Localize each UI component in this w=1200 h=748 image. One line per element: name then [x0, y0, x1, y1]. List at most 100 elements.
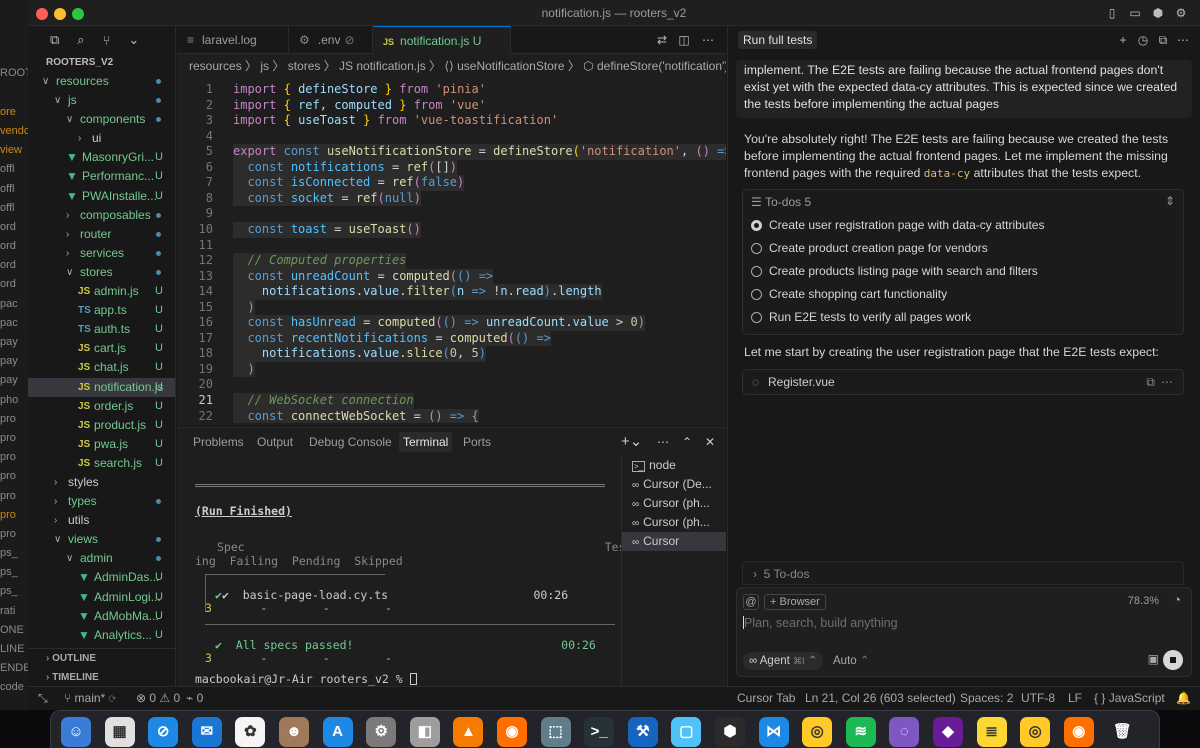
tree-item[interactable]: TS app.ts U — [28, 301, 175, 320]
tree-item[interactable]: ▼ Analytics... U — [28, 626, 175, 645]
language-mode[interactable]: { } JavaScript — [1094, 687, 1165, 709]
tree-item[interactable]: ∨ components — [28, 110, 175, 129]
new-chat-icon[interactable]: + — [1116, 33, 1130, 47]
terminal-instance[interactable]: ∞ Cursor (ph... — [622, 513, 726, 532]
source-control-icon[interactable]: ⑂ — [103, 33, 111, 48]
tree-item[interactable]: ▼ Performanc... U — [28, 167, 175, 186]
vlc-icon[interactable]: ▲ — [453, 717, 484, 747]
tree-item[interactable]: TS auth.ts U — [28, 320, 175, 339]
code-line[interactable]: 14 notifications.value.filter(n => !n.re… — [177, 284, 726, 300]
more-actions-icon[interactable]: ⋯ — [1161, 375, 1173, 389]
code-line[interactable]: 19 ) — [177, 361, 726, 378]
finder-icon[interactable]: ☺ — [61, 717, 91, 747]
agent-mode-selector[interactable]: ∞ Agent ⌘I ⌃ — [743, 652, 824, 670]
terminal-instance[interactable]: ∞ Cursor (ph... — [622, 494, 726, 513]
todo-item[interactable]: Create product creation page for vendors — [751, 241, 988, 255]
chrome-icon[interactable]: ◎ — [802, 717, 833, 747]
cursor-app-icon[interactable]: ⬢ — [715, 717, 745, 747]
tree-item[interactable]: ∨ stores — [28, 263, 175, 282]
code-line[interactable]: 15 ) — [177, 299, 726, 316]
preview-icon[interactable]: ◧ — [409, 717, 440, 747]
tree-item[interactable]: ▼ MasonryGri... U — [28, 148, 175, 167]
tree-item[interactable]: ▼ AdMobMa... U — [28, 607, 175, 626]
history-icon[interactable]: ◷ — [1136, 33, 1150, 47]
tree-item[interactable]: ∨ admin — [28, 549, 175, 568]
timeline-header[interactable]: › TIMELINE — [28, 668, 176, 687]
code-line[interactable]: 4 — [177, 129, 726, 145]
terminal-output[interactable]: (Run Finished) Spec Tests Pass ing Faili… — [177, 456, 621, 687]
code-line[interactable]: 3 import { useToast } from 'vue-toastific… — [177, 113, 726, 129]
notes-icon[interactable]: ≣ — [976, 717, 1007, 747]
shell-prompt[interactable]: macbookair@Jr-Air rooters_v2 % — [195, 672, 417, 686]
code-line[interactable]: 13 const unreadCount = computed(() => — [177, 268, 726, 285]
cursor-logo-icon[interactable]: ⬢ — [1151, 6, 1165, 20]
code-line[interactable]: 21 // WebSocket connection — [177, 393, 726, 409]
collapsed-todos[interactable]: › 5 To-dos — [742, 561, 1184, 585]
tree-item[interactable]: › types — [28, 492, 175, 511]
code-line[interactable]: 11 — [177, 238, 726, 254]
ports-indicator[interactable]: ⌁ 0 — [186, 687, 203, 709]
code-line[interactable]: 8 const socket = ref(null) — [177, 190, 726, 207]
code-line[interactable]: 5 export const useNotificationStore = def… — [177, 144, 726, 160]
close-panel-icon[interactable]: ✕ — [705, 428, 715, 456]
code-line[interactable]: 1 import { defineStore } from 'pinia' — [177, 82, 726, 98]
outline-header[interactable]: › OUTLINE — [28, 649, 176, 668]
tab-laravel-log[interactable]: ≡ laravel.log — [177, 26, 289, 54]
code-line[interactable]: 17 const recentNotifications = computed(… — [177, 330, 726, 347]
firefox-icon[interactable]: ◉ — [1063, 717, 1094, 747]
tab-debug-console[interactable]: Debug Console — [309, 428, 392, 456]
terminal-instance[interactable]: ∞ Cursor — [622, 532, 726, 551]
code-line[interactable]: 2 import { ref, computed } from 'vue' — [177, 98, 726, 114]
todo-item[interactable]: Create user registration page with data-… — [751, 218, 1044, 232]
terminal-instance[interactable]: >_ node — [622, 456, 726, 475]
todo-item[interactable]: Run E2E tests to verify all pages work — [751, 310, 971, 324]
indentation[interactable]: Spaces: 2 — [960, 687, 1013, 709]
expand-icon[interactable]: ⇕ — [1165, 194, 1175, 208]
compare-icon[interactable]: ⇄ — [655, 33, 669, 47]
toggle-panel-icon[interactable]: ▭ — [1128, 6, 1142, 20]
chevron-down-icon[interactable]: ⌄ — [128, 32, 139, 48]
tree-item[interactable]: › router — [28, 225, 175, 244]
code-line[interactable]: 7 const isConnected = ref(false) — [177, 175, 726, 191]
code-line[interactable]: 10 const toast = useToast() — [177, 221, 726, 238]
copy-icon[interactable]: ⧉ — [1146, 375, 1155, 390]
tree-item[interactable]: JS admin.js U — [28, 282, 175, 301]
photos-icon[interactable]: ✿ — [235, 717, 266, 747]
tree-item[interactable]: JS notification.js U — [28, 377, 175, 397]
problems-indicator[interactable]: ⊗ 0 ⚠ 0 — [136, 687, 180, 709]
file-edit-chip[interactable]: ◌ Register.vue ⧉ ⋯ — [742, 369, 1184, 395]
line-ending[interactable]: LF — [1068, 687, 1082, 709]
tab-notification-js[interactable]: JS notification.js U — [373, 26, 511, 54]
stop-button[interactable] — [1163, 650, 1183, 670]
code-line[interactable]: 18 notifications.value.slice(0, 5) — [177, 346, 726, 362]
tab-problems[interactable]: Problems — [193, 428, 244, 456]
chat-title[interactable]: Run full tests — [738, 31, 818, 49]
tree-item[interactable]: ▼ AdminLogi... U — [28, 588, 175, 607]
code-line[interactable]: 6 const notifications = ref([]) — [177, 159, 726, 176]
copy-icon[interactable]: ⧉ — [1156, 33, 1170, 47]
tree-item[interactable]: › utils — [28, 511, 175, 530]
explorer-icon[interactable]: ⧉ — [50, 32, 59, 48]
chrome-icon[interactable]: ◎ — [1020, 717, 1051, 747]
vscode-icon[interactable]: ⋈ — [758, 717, 789, 747]
trash-icon[interactable]: 🗑 — [1107, 717, 1137, 747]
radio-active-icon[interactable] — [751, 220, 762, 231]
xcode-icon[interactable]: ⚒ — [627, 717, 658, 747]
tab-output[interactable]: Output — [257, 428, 293, 456]
tree-item[interactable]: JS search.js U — [28, 454, 175, 473]
browser-button[interactable]: + Browser — [764, 594, 826, 610]
tree-item[interactable]: › styles — [28, 473, 175, 492]
maximize-panel-icon[interactable]: ⌃ — [682, 428, 692, 456]
tree-item[interactable]: ▼ PWAInstalle... U — [28, 187, 175, 206]
terminal-instance[interactable]: ∞ Cursor (De... — [622, 475, 726, 494]
more-actions-icon[interactable]: ⋯ — [657, 428, 669, 456]
tree-item[interactable]: JS cart.js U — [28, 339, 175, 358]
branch-indicator[interactable]: ⑂ main* ⟳ — [64, 687, 116, 709]
chat-input[interactable]: Plan, search, build anything — [743, 616, 1183, 636]
radio-empty-icon[interactable] — [751, 289, 762, 300]
cursor-position[interactable]: Ln 21, Col 26 (603 selected) — [805, 687, 956, 709]
contacts-icon[interactable]: ☻ — [279, 717, 309, 747]
code-line[interactable]: 12 // Computed properties — [177, 253, 726, 269]
radio-empty-icon[interactable] — [751, 243, 762, 254]
screenshot-icon[interactable]: ⬚ — [540, 717, 571, 747]
